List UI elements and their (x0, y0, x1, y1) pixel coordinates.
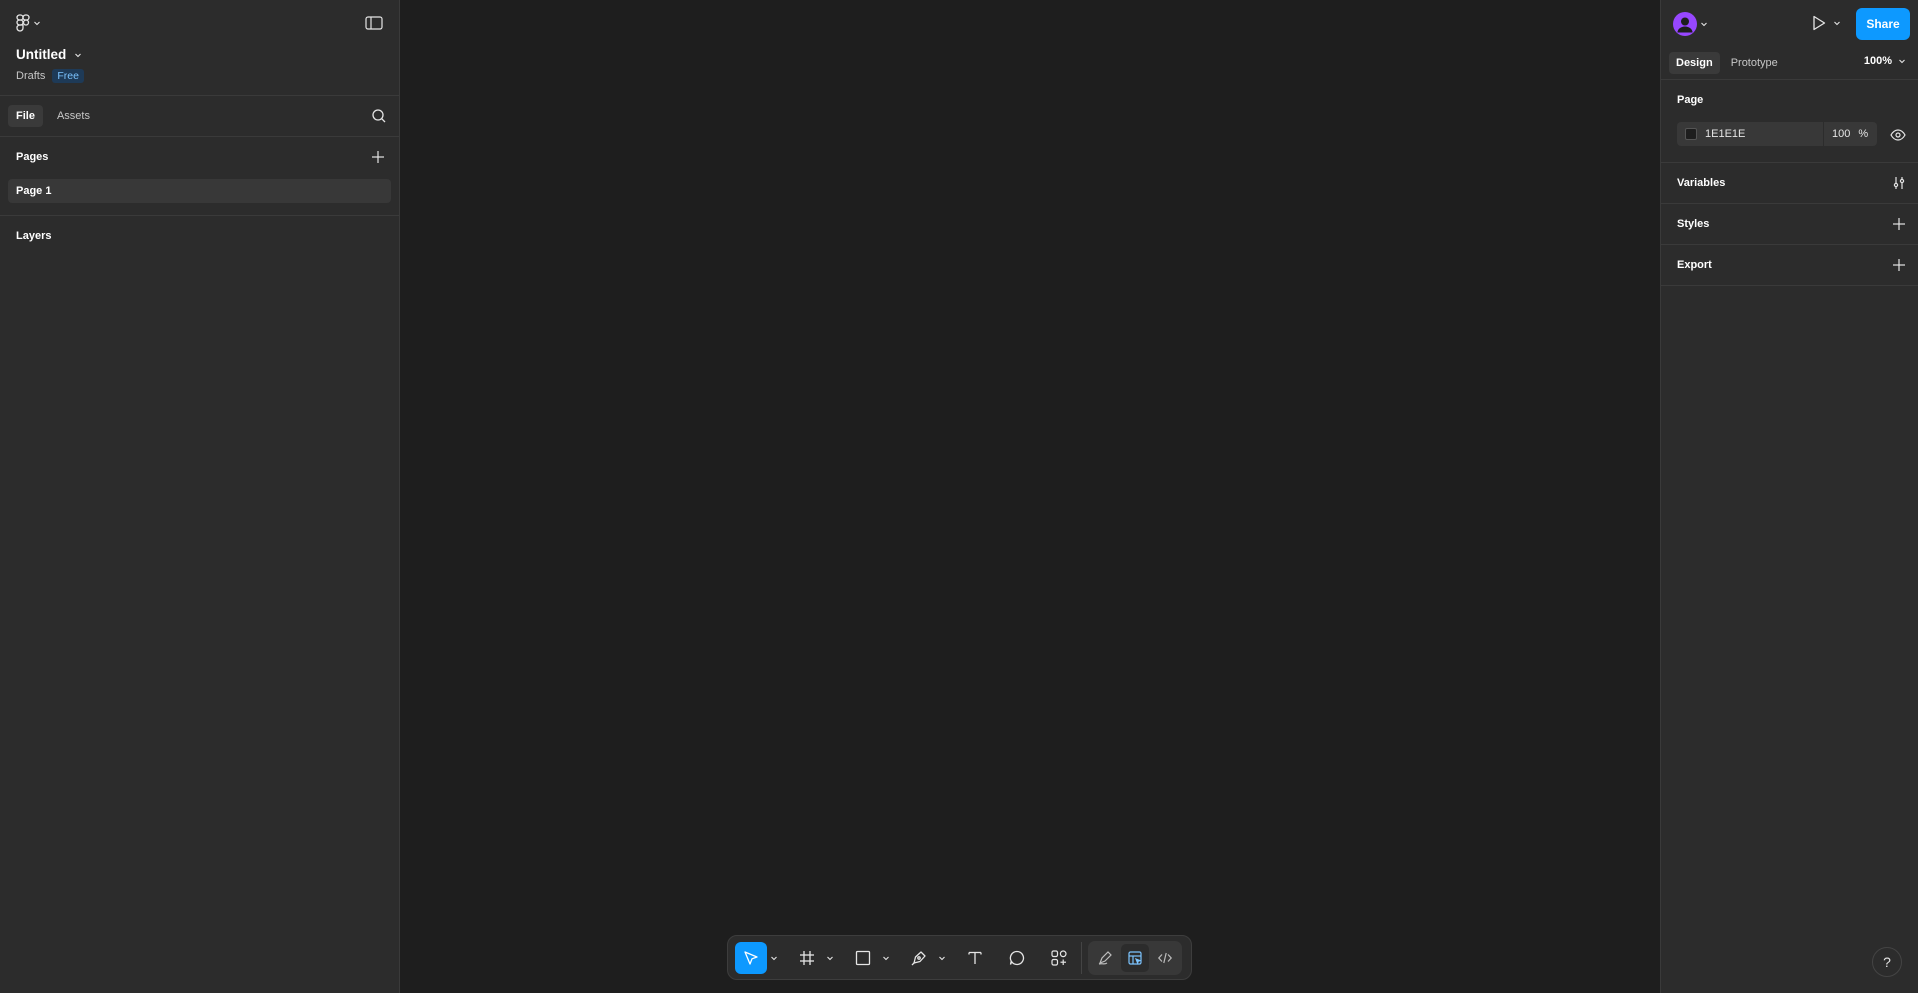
export-header: Export (1661, 245, 1918, 285)
canvas[interactable] (401, 0, 1660, 993)
text-tool-button[interactable] (959, 942, 991, 974)
field-divider (1823, 122, 1824, 146)
bottom-toolbar (727, 935, 1192, 980)
drafts-link[interactable]: Drafts (16, 70, 45, 82)
layers-header: Layers (0, 216, 399, 256)
cursor-arrow-icon (742, 949, 760, 967)
figma-logo-icon (16, 14, 30, 32)
toolbar-divider (1081, 941, 1082, 974)
tab-assets[interactable]: Assets (49, 105, 98, 127)
page-section: Page 1E1E1E 100 % (1661, 80, 1918, 163)
right-panel-header: Share (1661, 0, 1918, 46)
text-icon (966, 949, 984, 967)
actions-tool-button[interactable] (1043, 942, 1075, 974)
export-title: Export (1677, 259, 1712, 271)
frame-tool-menu[interactable] (823, 942, 837, 974)
add-style-icon[interactable] (1892, 217, 1906, 231)
add-page-icon[interactable] (371, 150, 385, 164)
page-section-title: Page (1677, 94, 1704, 106)
zoom-dropdown[interactable]: 100% (1864, 55, 1906, 67)
mode-switcher (1088, 940, 1182, 975)
chevron-down-icon (33, 19, 41, 27)
chevron-down-icon (1700, 20, 1708, 28)
add-export-icon[interactable] (1892, 258, 1906, 272)
page-fill-row: 1E1E1E 100 % (1661, 120, 1918, 162)
file-header: Untitled Drafts Free (0, 0, 399, 96)
sidebar-icon (365, 15, 383, 31)
variables-title: Variables (1677, 177, 1726, 189)
chevron-down-icon (938, 954, 946, 962)
styles-header: Styles (1661, 204, 1918, 244)
dev-mode-button[interactable] (1151, 944, 1179, 972)
file-title: Untitled (16, 47, 67, 62)
shape-tool-menu[interactable] (879, 942, 893, 974)
play-icon (1811, 14, 1827, 32)
hex-value[interactable]: 1E1E1E (1705, 128, 1823, 140)
main-menu-button[interactable] (16, 14, 41, 32)
comment-tool-button[interactable] (1001, 942, 1033, 974)
present-button[interactable] (1811, 14, 1841, 32)
share-button[interactable]: Share (1856, 8, 1910, 40)
tab-file[interactable]: File (8, 105, 43, 127)
search-icon[interactable] (371, 108, 387, 124)
code-icon (1157, 950, 1173, 966)
comment-icon (1008, 949, 1026, 967)
frame-tool-button[interactable] (791, 942, 823, 974)
page-list-item[interactable]: Page 1 (8, 179, 391, 203)
tab-prototype[interactable]: Prototype (1724, 52, 1785, 74)
pages-title: Pages (16, 151, 49, 163)
page-section-header: Page (1661, 80, 1918, 120)
chevron-down-icon (826, 954, 834, 962)
sidebar-toggle-button[interactable] (365, 15, 383, 31)
chevron-down-icon (1833, 19, 1841, 27)
chevron-down-icon (770, 954, 778, 962)
color-swatch[interactable] (1685, 128, 1697, 140)
variables-adjust-icon[interactable] (1892, 176, 1906, 190)
right-tabs: Design Prototype 100% (1661, 46, 1918, 80)
file-title-button[interactable]: Untitled (16, 47, 82, 62)
chevron-down-icon (74, 51, 82, 59)
pen-tool-button[interactable] (903, 942, 935, 974)
export-section: Export (1661, 245, 1918, 286)
help-button[interactable]: ? (1872, 947, 1902, 977)
variables-section: Variables (1661, 163, 1918, 204)
pen-icon (910, 949, 928, 967)
design-mode-icon (1127, 950, 1143, 966)
styles-section: Styles (1661, 204, 1918, 245)
eye-icon[interactable] (1890, 128, 1906, 142)
pen-tool-menu[interactable] (935, 942, 949, 974)
chevron-down-icon (1898, 57, 1906, 65)
move-tool-button[interactable] (735, 941, 767, 974)
zoom-level: 100% (1863, 55, 1892, 67)
plan-badge[interactable]: Free (52, 69, 84, 83)
file-meta: Drafts Free (16, 69, 84, 83)
pages-header: Pages (0, 137, 399, 177)
draw-icon (1097, 950, 1113, 966)
opacity-unit: % (1858, 128, 1869, 140)
design-mode-button[interactable] (1121, 943, 1149, 972)
actions-icon (1050, 949, 1068, 967)
move-tool-menu[interactable] (767, 942, 781, 974)
rectangle-icon (854, 949, 872, 967)
left-sidebar: Untitled Drafts Free File Assets Pages P… (0, 0, 400, 993)
page-item-label: Page 1 (16, 185, 52, 197)
opacity-value[interactable]: 100 (1832, 128, 1850, 140)
left-tabs: File Assets (0, 96, 399, 137)
page-color-field[interactable]: 1E1E1E 100 % (1677, 122, 1877, 146)
layers-title: Layers (16, 230, 52, 242)
tab-design[interactable]: Design (1669, 51, 1720, 74)
user-menu-button[interactable] (1673, 12, 1708, 36)
user-icon (1673, 12, 1697, 36)
variables-header: Variables (1661, 163, 1918, 203)
rectangle-tool-button[interactable] (847, 942, 879, 974)
right-sidebar: Share Design Prototype 100% Page 1E1E1E … (1660, 0, 1918, 993)
chevron-down-icon (882, 954, 890, 962)
styles-title: Styles (1677, 218, 1710, 230)
frame-icon (798, 949, 816, 967)
draw-mode-button[interactable] (1091, 944, 1119, 972)
avatar (1673, 12, 1697, 36)
